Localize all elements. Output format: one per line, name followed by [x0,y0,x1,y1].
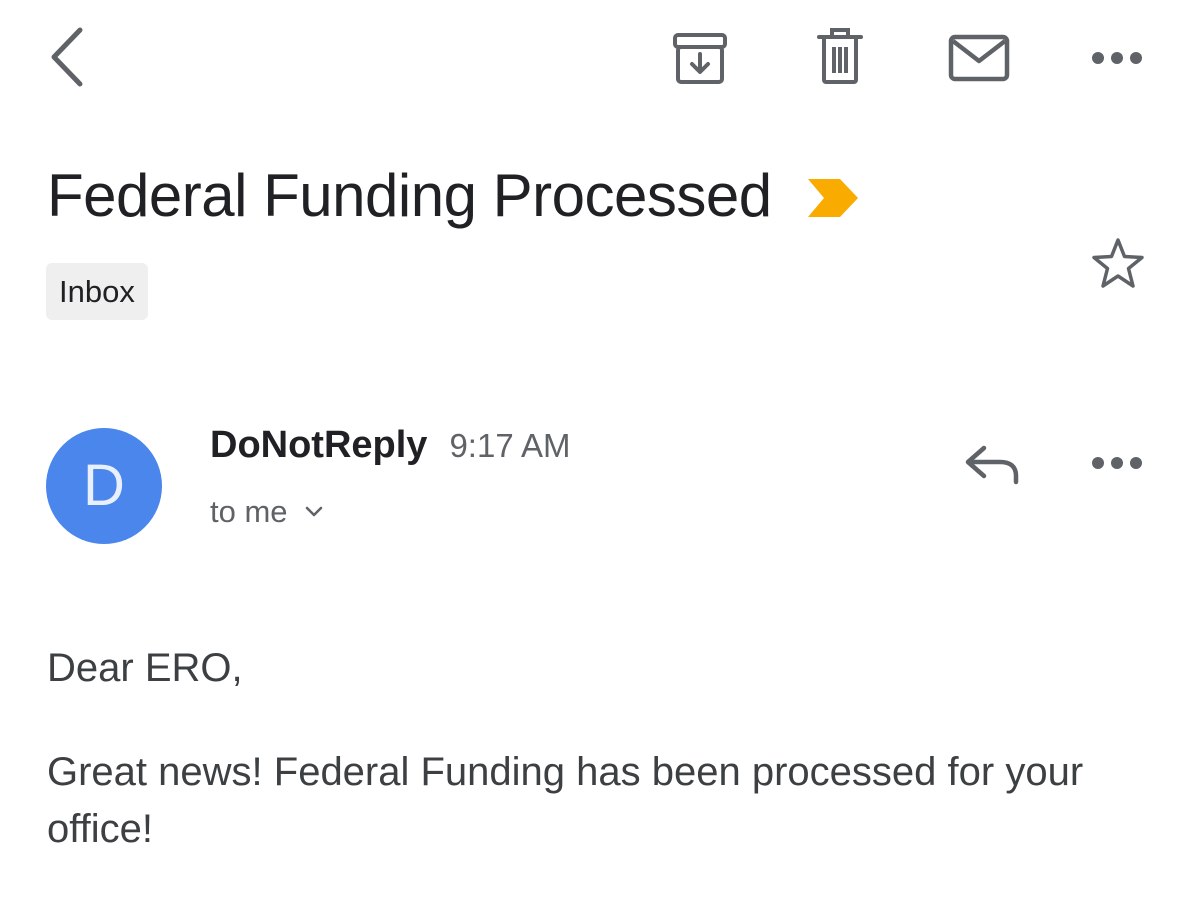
recipient-text: to me [210,494,288,529]
message-more-options-button[interactable] [1086,447,1148,479]
email-greeting: Dear ERO, [47,646,243,690]
sender-name: DoNotReply [210,424,428,466]
more-horizontal-icon [1092,457,1142,469]
trash-icon [817,28,863,84]
more-options-button[interactable] [1086,42,1148,74]
back-button[interactable] [36,24,96,90]
reply-icon [965,445,1019,485]
archive-icon [673,33,727,84]
archive-button[interactable] [668,30,732,88]
delete-button[interactable] [808,26,872,88]
chevron-left-icon [51,27,83,87]
sender-line: DoNotReply 9:17 AM [210,424,571,467]
mail-icon [948,34,1010,82]
sent-time: 9:17 AM [449,427,571,464]
subject-row: Federal Funding Processed [47,160,858,232]
sender-avatar[interactable]: D [46,428,162,544]
chevron-down-icon [305,506,322,517]
more-horizontal-icon [1092,52,1142,64]
reply-button[interactable] [958,440,1024,488]
recipient-toggle[interactable]: to me [210,494,324,530]
email-body-text: Great news! Federal Funding has been pro… [47,750,1084,851]
importance-marker-icon[interactable] [807,179,858,217]
mark-unread-button[interactable] [944,30,1014,86]
inbox-label-chip[interactable]: Inbox [46,263,148,320]
star-outline-icon[interactable] [1090,236,1146,290]
email-subject: Federal Funding Processed [47,162,772,229]
